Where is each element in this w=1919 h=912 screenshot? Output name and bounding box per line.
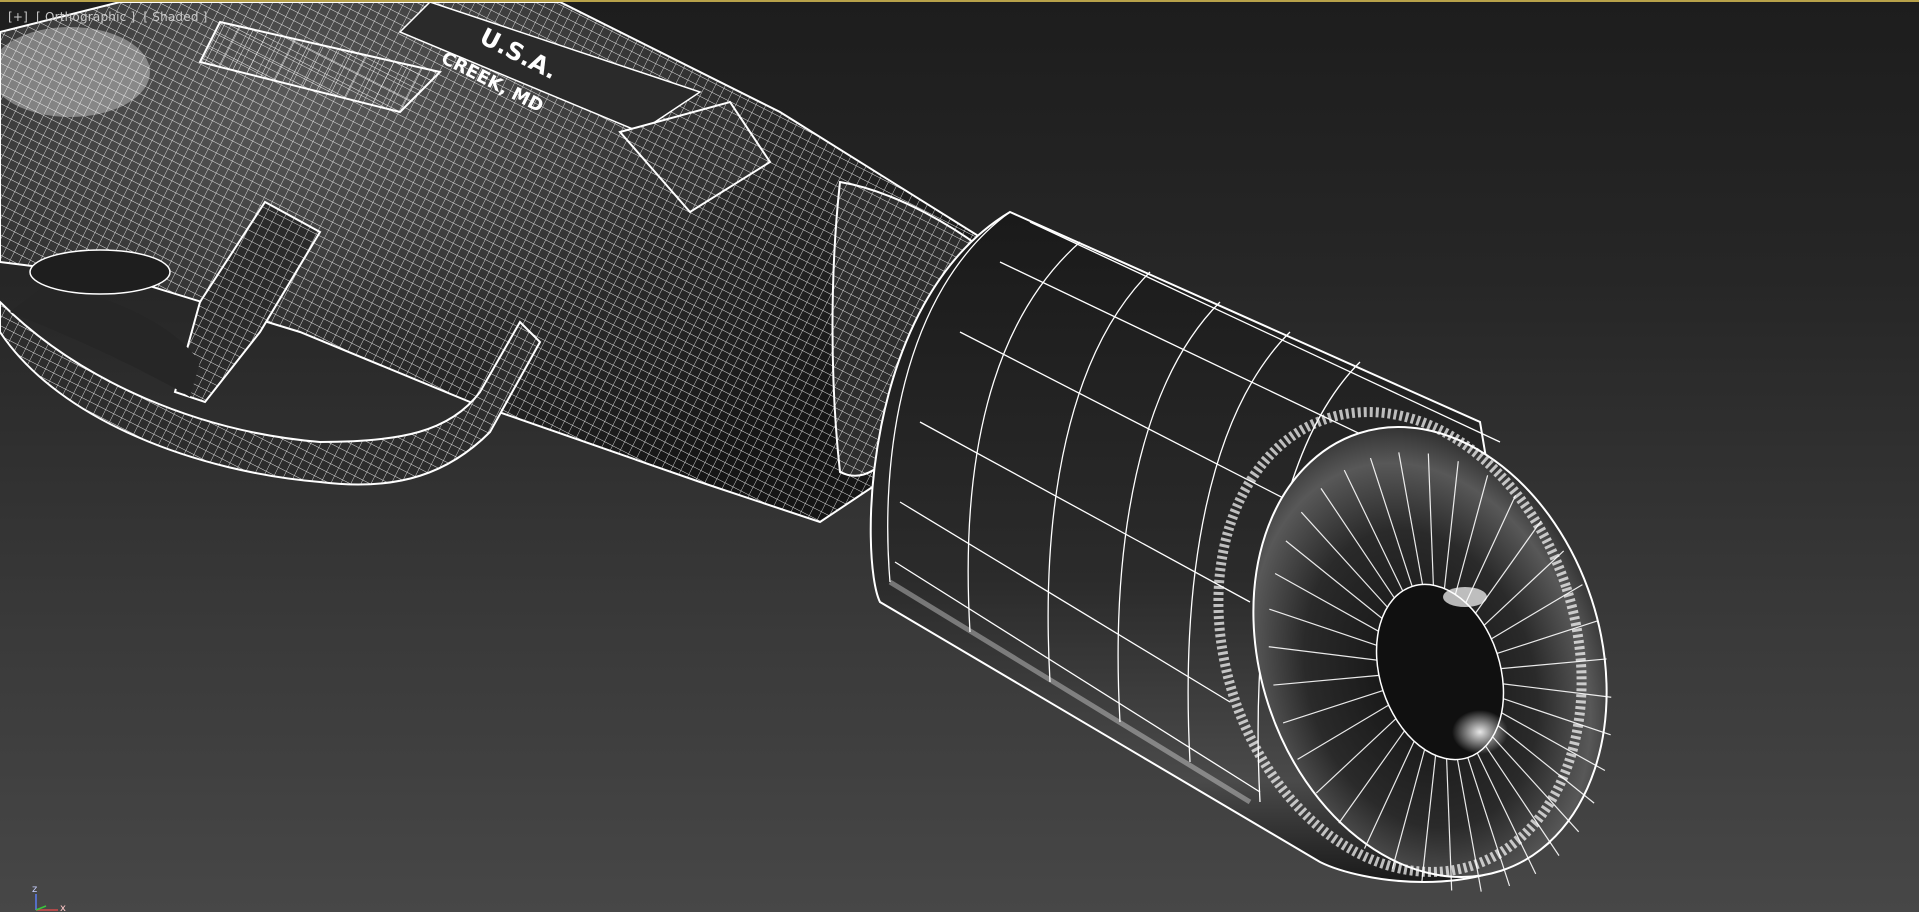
viewport-menu-toggle[interactable]: [+] <box>6 10 30 24</box>
viewport-view-label[interactable]: [ Orthographic ] <box>34 10 137 24</box>
viewport-label-menu[interactable]: [+] [ Orthographic ] [ Shaded ] <box>6 10 210 24</box>
3d-viewport[interactable]: [+] [ Orthographic ] [ Shaded ] U.S.A. C… <box>0 0 1919 912</box>
x-axis-label: x <box>60 903 66 912</box>
viewport-shading-label[interactable]: [ Shaded ] <box>141 10 209 24</box>
z-axis-label: z <box>32 884 37 895</box>
wireframe-model: U.S.A. CREEK, MD <box>0 2 1612 892</box>
axis-gizmo: z x <box>32 884 66 912</box>
